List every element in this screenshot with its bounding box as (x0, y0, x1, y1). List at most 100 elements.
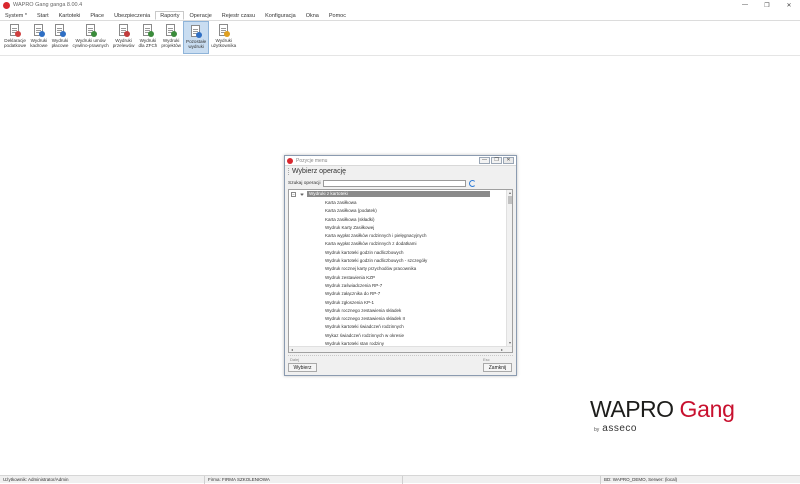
menu-start[interactable]: Start (32, 11, 54, 20)
scroll-down-icon[interactable]: ▾ (508, 341, 512, 345)
ribbon-projects-button[interactable]: Wydruki projektów (159, 21, 183, 54)
menu-system[interactable]: System * (0, 11, 32, 20)
ribbon-other-printouts-button[interactable]: Pozostałe wydruki (183, 21, 210, 54)
menu-konfiguracja[interactable]: Konfiguracja (260, 11, 301, 20)
other-printouts-icon (190, 25, 203, 38)
menu-items-dialog: Pozycje menu — ❐ ✕ Wybierz operację Szuk… (284, 155, 517, 376)
wapro-gang-logo: WAPRO Gang by asseco (590, 396, 735, 435)
collapse-icon[interactable]: − (291, 191, 296, 197)
next-caption: Dalej (290, 357, 300, 362)
ribbon-label: wydruki (188, 44, 204, 50)
tree-item[interactable]: Wydruk kartoteki świadczeń rodzinnych (325, 323, 427, 331)
tree-item[interactable]: Wydruk rocznego zestawienia składek II (325, 315, 427, 323)
ribbon-label: cywilno-prawnych (72, 43, 109, 49)
close-icon[interactable]: ✕ (778, 0, 800, 10)
ribbon-label: projektów (161, 43, 182, 49)
restore-icon[interactable]: ❐ (756, 0, 778, 10)
dialog-titlebar: Pozycje menu — ❐ ✕ (285, 156, 516, 166)
tax-declaration-icon (9, 24, 22, 37)
tree-item[interactable]: Wydruk zestawienia KZP (325, 274, 427, 282)
dialog-window-controls: — ❐ ✕ (479, 157, 514, 164)
horizontal-scrollbar[interactable]: ◂ ▸ (289, 346, 512, 352)
tree-item[interactable]: Karta zasiłkowa (podatek) (325, 207, 427, 215)
tree-items: Karta zasiłkowa Karta zasiłkowa (podatek)… (325, 199, 427, 348)
dialog-minimize-icon[interactable]: — (479, 157, 490, 164)
tree-item[interactable]: Karta wypłat zasiłków rodzinnych z dodat… (325, 240, 427, 248)
search-label: Szukaj operacji (288, 181, 321, 186)
badge-icon (15, 31, 22, 37)
badge-icon (38, 31, 45, 37)
menu-kartoteki[interactable]: Kartoteki (54, 11, 86, 20)
scroll-thumb[interactable] (508, 196, 512, 204)
dialog-maximize-icon[interactable]: ❐ (491, 157, 502, 164)
dialog-separator (288, 355, 513, 356)
vertical-scrollbar[interactable]: ▴ ▾ (506, 190, 512, 346)
app-logo-icon (3, 1, 10, 9)
tree-item[interactable]: Wydruk zgłoszenia KP-1 (325, 299, 427, 307)
brand-asseco: asseco (602, 423, 637, 434)
user-printouts-icon (218, 24, 230, 37)
menu-operacje[interactable]: Operacje (184, 11, 216, 20)
tree-item[interactable]: Wydruk załącznika do RP-7 (325, 290, 427, 298)
tree-root-node[interactable]: − Wydruki z kartoteki (289, 191, 508, 197)
scroll-up-icon[interactable]: ▴ (508, 191, 512, 195)
tree-item[interactable]: Wydruk rocznego zestawienia składek (325, 307, 427, 315)
transfer-printout-icon (118, 24, 130, 37)
menu-rejestr-czasu[interactable]: Rejestr czasu (217, 11, 260, 20)
brand-by: by (594, 427, 600, 433)
ribbon-tax-declarations-button[interactable]: Deklaracje podatkowe (2, 21, 28, 54)
tree-item[interactable]: Wydruk Karty Zasiłkowej (325, 224, 427, 232)
tree-arrow-icon (300, 192, 304, 196)
ribbon-label: płacowe (51, 43, 69, 49)
tree-item[interactable]: Wydruk rocznej karty przychodów pracowni… (325, 265, 427, 273)
menu-ubezpieczenia[interactable]: Ubezpieczenia (109, 11, 155, 20)
search-input[interactable] (322, 180, 466, 187)
status-company: Firma: FIRMA SZKOLENIOWA (205, 475, 403, 484)
esc-caption: Esc (483, 357, 490, 362)
ribbon-label: podatkowe (4, 43, 27, 49)
badge-icon (196, 32, 203, 38)
tree-item[interactable]: Karta wypłat zasiłków rodzinnych i pielę… (325, 232, 427, 240)
ribbon-label: kadrowe (30, 43, 48, 49)
status-spacer (403, 475, 601, 484)
statusbar: Użytkownik: Administrator/Admin Firma: F… (0, 475, 800, 484)
ribbon-civil-contracts-button[interactable]: Wydruki umów cywilno-prawnych (70, 21, 110, 54)
tree-item[interactable]: Karta zasiłkowa (325, 199, 427, 207)
project-printout-icon (165, 24, 178, 37)
app-title: WAPRO Gang ganga 8.00.4 (13, 2, 83, 8)
badge-icon (60, 31, 67, 37)
tree-item[interactable]: Wydruk kartoteki godzin nadliczbowych (325, 249, 427, 257)
ribbon-zfch-button[interactable]: Wydruki dla ZFCh (136, 21, 159, 54)
minimize-icon[interactable]: — (734, 0, 756, 10)
tree-item[interactable]: Wydruk kartoteki godzin nadliczbowych - … (325, 257, 427, 265)
tree-root-label: Wydruki z kartoteki (307, 191, 490, 197)
tree-item[interactable]: Karta zasiłkowa (składki) (325, 216, 427, 224)
ribbon-hr-printouts-button[interactable]: Wydruki kadrowe (28, 21, 49, 54)
operations-tree[interactable]: − Wydruki z kartoteki Karta zasiłkowa Kar… (288, 189, 513, 353)
zfch-printout-icon (142, 24, 154, 37)
ribbon-label: użytkownika (211, 43, 237, 49)
ribbon-toolbar: Deklaracje podatkowe Wydruki kadrowe Wyd… (0, 21, 800, 56)
menu-pomoc[interactable]: Pomoc (324, 11, 351, 20)
brand-gang: Gang (679, 396, 735, 422)
tree-item[interactable]: Wykaz świadczeń rodzinnych w okresie (325, 332, 427, 340)
menu-okna[interactable]: Okna (301, 11, 324, 20)
scroll-right-icon[interactable]: ▸ (500, 348, 504, 352)
ribbon-user-printouts-button[interactable]: Wydruki użytkownika (209, 21, 238, 54)
refresh-icon[interactable] (468, 180, 476, 187)
close-button[interactable]: Zamknij (483, 363, 512, 372)
dialog-title: Pozycje menu (296, 157, 328, 164)
dialog-heading: Wybierz operację (292, 168, 347, 175)
scroll-left-icon[interactable]: ◂ (290, 348, 294, 352)
menubar: System * Start Kartoteki Płace Ubezpiecz… (0, 11, 800, 21)
choose-button[interactable]: Wybierz (288, 363, 317, 372)
brand-wapro: WAPRO (590, 396, 674, 422)
menu-place[interactable]: Płace (85, 11, 109, 20)
menu-raporty[interactable]: Raporty (155, 11, 185, 20)
ribbon-payroll-printouts-button[interactable]: Wydruki płacowe (50, 21, 71, 54)
ribbon-transfers-button[interactable]: Wydruki przelewów (111, 21, 137, 54)
tree-item[interactable]: Wydruk zaświadczenia RP-7 (325, 282, 427, 290)
status-database: BD: WAPRO_DEMO, Serwer: (local) (604, 477, 678, 482)
dialog-close-icon[interactable]: ✕ (503, 157, 514, 164)
dialog-header: Wybierz operację (285, 166, 516, 177)
